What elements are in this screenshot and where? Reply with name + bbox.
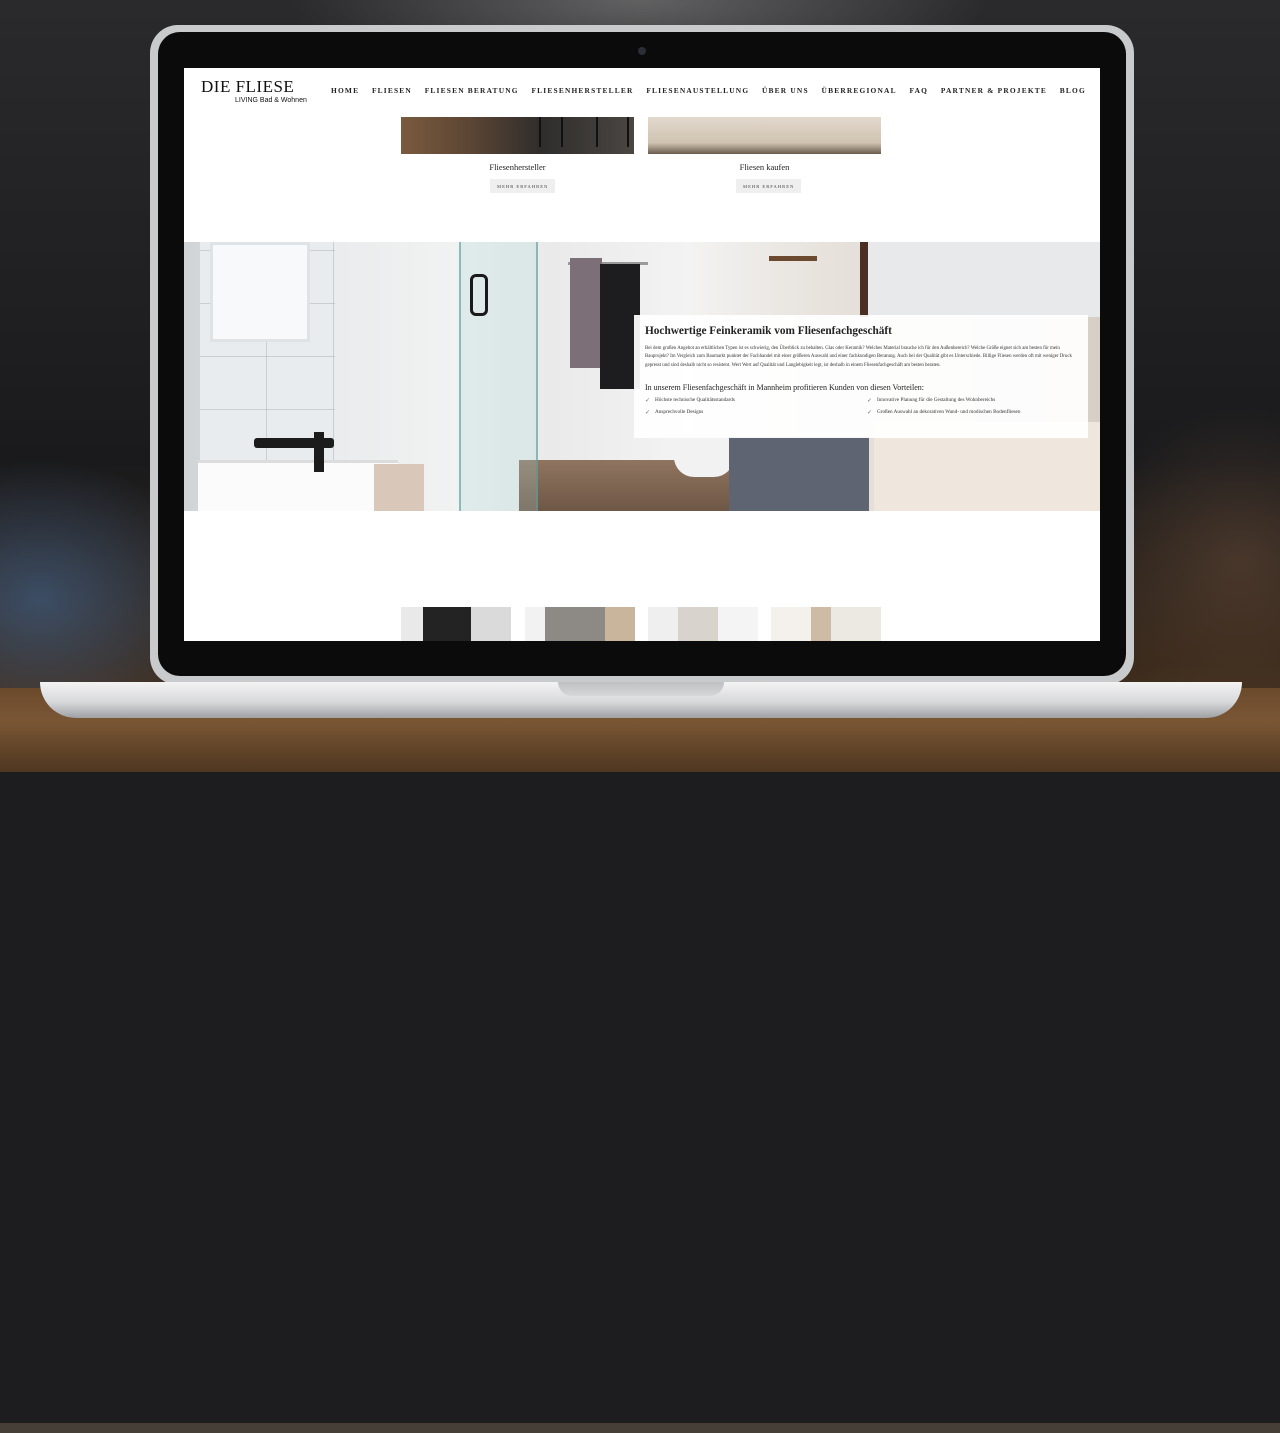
- nav-item-ueberregional[interactable]: ÜBERREGIONAL: [822, 86, 897, 95]
- chair-leg: [539, 117, 541, 147]
- wall-shelf: [769, 256, 817, 261]
- desk-edge: [0, 1423, 1280, 1433]
- card-title: Fliesen kaufen: [739, 162, 790, 172]
- logo-sub-text: LIVING Bad & Wohnen: [235, 97, 307, 104]
- nav-item-faq[interactable]: FAQ: [909, 86, 928, 95]
- nav-item-fliesenaustellung[interactable]: FLIESENAUSTELLUNG: [646, 86, 749, 95]
- benefit-item: ✓ Höchste technische Qualitätsstandards: [645, 397, 867, 404]
- camera-icon: [638, 47, 646, 55]
- benefit-text: Großen Auswahl an dekorativen Wand- und …: [877, 409, 1021, 416]
- gallery-thumbnail[interactable]: [525, 607, 635, 641]
- benefit-text: Innovative Planung für die Gestaltung de…: [877, 397, 996, 404]
- check-icon: ✓: [645, 409, 651, 417]
- shower-handle: [470, 274, 488, 316]
- nav-item-blog[interactable]: BLOG: [1060, 86, 1086, 95]
- benefit-item: ✓ Ansprechvolle Designs: [645, 409, 867, 416]
- vanity-cabinet: [729, 437, 869, 511]
- nav-item-home[interactable]: HOME: [331, 86, 359, 95]
- chair-leg: [561, 117, 563, 147]
- card-image-fliesen-kaufen[interactable]: [648, 117, 881, 154]
- logo-main-text: DIE FLIESE: [201, 77, 295, 96]
- site-logo[interactable]: DIE FLIESE LIVING Bad & Wohnen: [201, 78, 307, 105]
- bathtub-side: [374, 464, 424, 511]
- main-nav: HOME FLIESEN FLIESEN BERATUNG FLIESENHER…: [331, 86, 1086, 95]
- nav-item-fliesen-beratung[interactable]: FLIESEN BERATUNG: [425, 86, 519, 95]
- chair-leg: [596, 117, 598, 147]
- check-icon: ✓: [867, 397, 873, 405]
- laptop-notch: [558, 682, 724, 696]
- gallery-thumbnail[interactable]: [648, 607, 758, 641]
- gallery-thumbnail[interactable]: [771, 607, 881, 641]
- gallery-thumbnail[interactable]: [401, 607, 511, 641]
- info-box: Hochwertige Feinkeramik vom Fliesenfachg…: [634, 315, 1088, 438]
- info-body: Bei dem großen Angebot an erhältlichen T…: [645, 346, 1072, 368]
- info-subtitle: In unserem Fliesenfachgeschäft in Mannhe…: [645, 383, 924, 393]
- bathroom-window: [210, 242, 310, 342]
- check-icon: ✓: [867, 409, 873, 417]
- nav-item-partner-projekte[interactable]: PARTNER & PROJEKTE: [941, 86, 1047, 95]
- nav-item-fliesen[interactable]: FLIESEN: [372, 86, 412, 95]
- mirror: [860, 242, 1100, 317]
- info-title: Hochwertige Feinkeramik vom Fliesenfachg…: [645, 325, 892, 337]
- bathtub: [198, 460, 398, 511]
- tub-faucet: [314, 432, 324, 472]
- card-image-fliesenhersteller[interactable]: [401, 117, 634, 154]
- more-button[interactable]: MEHR ERFAHREN: [736, 179, 802, 193]
- site-header: DIE FLIESE LIVING Bad & Wohnen HOME FLIE…: [184, 68, 1100, 116]
- chair-leg: [627, 117, 629, 147]
- towel: [570, 258, 602, 368]
- benefit-text: Ansprechvolle Designs: [655, 409, 704, 416]
- nav-item-ueber-uns[interactable]: ÜBER UNS: [762, 86, 809, 95]
- more-button[interactable]: MEHR ERFAHREN: [490, 179, 556, 193]
- website-screen: DIE FLIESE LIVING Bad & Wohnen HOME FLIE…: [184, 68, 1100, 641]
- benefit-text: Höchste technische Qualitätsstandards: [655, 397, 735, 404]
- benefits-list: ✓ Höchste technische Qualitätsstandards ✓…: [645, 397, 1077, 416]
- card-title: Fliesenhersteller: [489, 162, 546, 172]
- benefit-item: ✓ Innovative Planung für die Gestaltung d…: [867, 397, 1077, 404]
- toilet: [674, 432, 734, 477]
- nav-item-fliesenhersteller[interactable]: FLIESENHERSTELLER: [531, 86, 633, 95]
- benefit-item: ✓ Großen Auswahl an dekorativen Wand- und…: [867, 409, 1077, 416]
- check-icon: ✓: [645, 397, 651, 405]
